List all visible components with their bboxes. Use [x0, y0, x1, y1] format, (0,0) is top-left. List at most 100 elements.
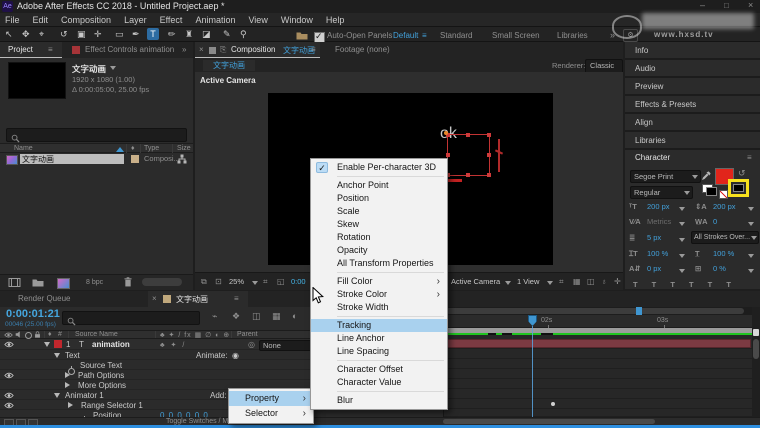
kerning-caret[interactable] [679, 222, 685, 229]
menu-item-stroke-color[interactable]: Stroke Color› [311, 288, 447, 301]
menu-item-line-anchor[interactable]: Line Anchor [311, 332, 447, 345]
tab-project[interactable]: Project ≡ [0, 42, 62, 58]
trash-icon[interactable] [124, 277, 132, 287]
parent-column[interactable]: Parent [237, 331, 258, 338]
panel-menu-icon[interactable]: ≡ [747, 153, 752, 162]
expand-icon[interactable] [44, 342, 50, 347]
eye-icon[interactable] [4, 372, 14, 379]
project-hscrollbar[interactable] [142, 278, 182, 286]
workspace-settings-icon[interactable]: ⚙ [623, 29, 638, 42]
timeline-search-input[interactable] [62, 311, 200, 325]
grid-guides-icon[interactable]: ⌗ [263, 277, 268, 287]
collapsed-icon[interactable] [65, 382, 70, 388]
menu-edit[interactable]: Edit [33, 15, 49, 25]
tab-footage[interactable]: Footage (none) [335, 45, 390, 54]
shape-tool[interactable]: ▭ [115, 29, 124, 40]
timeline-button-icon[interactable]: ◫ [587, 277, 595, 286]
menu-effect[interactable]: Effect [160, 15, 183, 25]
menu-item-selector[interactable]: Selector› [229, 406, 313, 421]
zoom-tool[interactable]: ⌖ [39, 29, 44, 40]
column-size[interactable]: Size [177, 145, 191, 152]
character-panel-header[interactable]: Character ≡ [625, 150, 760, 167]
zoom-level[interactable]: 25% [229, 277, 244, 286]
vscroll-handle[interactable] [753, 339, 759, 359]
stroke-width-value[interactable]: 5 px [647, 233, 661, 242]
menu-item-line-spacing[interactable]: Line Spacing [311, 345, 447, 358]
label-column-icon[interactable]: ♦ [48, 331, 52, 338]
column-name[interactable]: Name [14, 145, 33, 152]
lock-column-icon[interactable] [34, 331, 41, 338]
workspace-standard[interactable]: Standard [440, 31, 472, 40]
horizontal-scale-caret[interactable] [748, 254, 754, 261]
view-count-select[interactable]: 1 View [517, 277, 539, 286]
project-folder-icon[interactable] [296, 31, 308, 40]
layer-name[interactable]: animation [92, 340, 130, 349]
sort-ascending-icon[interactable] [116, 147, 124, 152]
menu-item-property[interactable]: Property› [229, 391, 313, 406]
video-column-icon[interactable] [4, 332, 13, 338]
keyframe-dot[interactable] [551, 402, 555, 406]
layer-switches[interactable]: ♣ ✦ / [160, 341, 186, 349]
switches-column-icons[interactable]: ♣ ✦ / fx ▦ ∅ ◐ ⊕ [160, 331, 230, 339]
tab-render-queue[interactable]: Render Queue [18, 294, 70, 303]
comp-marker-bin-icon[interactable] [753, 329, 759, 336]
playhead-line[interactable] [532, 316, 533, 417]
hand-tool[interactable]: ✥ [22, 29, 30, 40]
track-hscrollbar[interactable] [443, 419, 655, 424]
menu-help[interactable]: Help [326, 15, 345, 25]
panel-effects-presets[interactable]: Effects & Presets [625, 96, 760, 114]
interpret-footage-icon[interactable] [8, 278, 21, 287]
font-style-select[interactable]: Regular [630, 186, 693, 199]
rotate-tool[interactable]: ↺ [60, 29, 68, 40]
type-tool[interactable]: T [147, 28, 159, 40]
panel-info[interactable]: Info [625, 42, 760, 60]
solo-column-icon[interactable] [25, 332, 32, 339]
reset-exposure-icon[interactable]: ✛ [614, 277, 621, 286]
workspace-libraries[interactable]: Libraries [557, 31, 588, 40]
view-count-caret[interactable] [547, 281, 553, 288]
workspace-small-screen[interactable]: Small Screen [492, 31, 540, 40]
font-size-value[interactable]: 200 px [647, 202, 670, 211]
clone-stamp-tool[interactable]: ♜ [185, 29, 193, 40]
pickwhip-icon[interactable]: ◎ [248, 340, 255, 349]
stroke-mode-select[interactable]: All Strokes Over... [691, 231, 759, 244]
vertical-scale-value[interactable]: 100 % [647, 249, 668, 258]
time-ruler[interactable]: 02s 03s [444, 315, 753, 328]
workspace-menu-icon[interactable]: ≡ [422, 31, 427, 40]
composition-mini-flowchart-icon[interactable]: ⌁ [212, 311, 217, 322]
faux-style-buttons[interactable]: T T T T T T [633, 280, 737, 289]
eye-icon[interactable] [4, 402, 14, 409]
baseline-shift-value[interactable]: 0 px [647, 264, 661, 273]
current-timecode[interactable]: 0:00:01:21 [6, 308, 60, 320]
menu-composition[interactable]: Composition [61, 15, 111, 25]
panel-libraries[interactable]: Libraries [625, 132, 760, 150]
track-vscrollbar[interactable] [752, 307, 760, 417]
eyedropper-icon[interactable] [701, 171, 711, 181]
leading-caret[interactable] [748, 207, 754, 214]
minimize-button[interactable]: – [700, 0, 705, 10]
tab-composition[interactable]: × ⎘ Composition 文字动画 ≡ [195, 42, 320, 58]
pixel-aspect-icon[interactable]: ⌗ [559, 277, 564, 287]
menu-item-enable-per-character-3d[interactable]: Enable Per-character 3D [311, 161, 447, 174]
menu-item-stroke-width[interactable]: Stroke Width [311, 301, 447, 314]
roto-brush-tool[interactable]: ✎ [223, 29, 231, 40]
project-bpc[interactable]: 8 bpc [86, 279, 103, 286]
project-item-row[interactable]: 文字动画 Composi... [0, 153, 193, 165]
layer-label-swatch[interactable] [54, 340, 62, 348]
maximize-button[interactable]: □ [724, 1, 729, 10]
workspace-overflow-chevron[interactable]: » [610, 30, 615, 40]
navigator-handle[interactable] [446, 308, 744, 314]
menu-item-position[interactable]: Position [311, 192, 447, 205]
tab-lock-icon[interactable]: ⎘ [220, 45, 226, 55]
menu-view[interactable]: View [248, 15, 267, 25]
panel-preview[interactable]: Preview [625, 78, 760, 96]
zoom-caret[interactable] [252, 281, 258, 288]
menu-item-opacity[interactable]: Opacity [311, 244, 447, 257]
column-tag-icon[interactable]: ♦ [131, 145, 135, 152]
tab-close-icon[interactable]: × [199, 45, 204, 54]
close-button[interactable]: × [748, 0, 753, 10]
motion-blur-icon[interactable]: ◐ [292, 311, 297, 321]
menu-window[interactable]: Window [281, 15, 313, 25]
comp-current-time[interactable]: 0:00 [291, 277, 306, 286]
tab-timeline-comp[interactable]: × 文字动画 ≡ [148, 291, 248, 307]
